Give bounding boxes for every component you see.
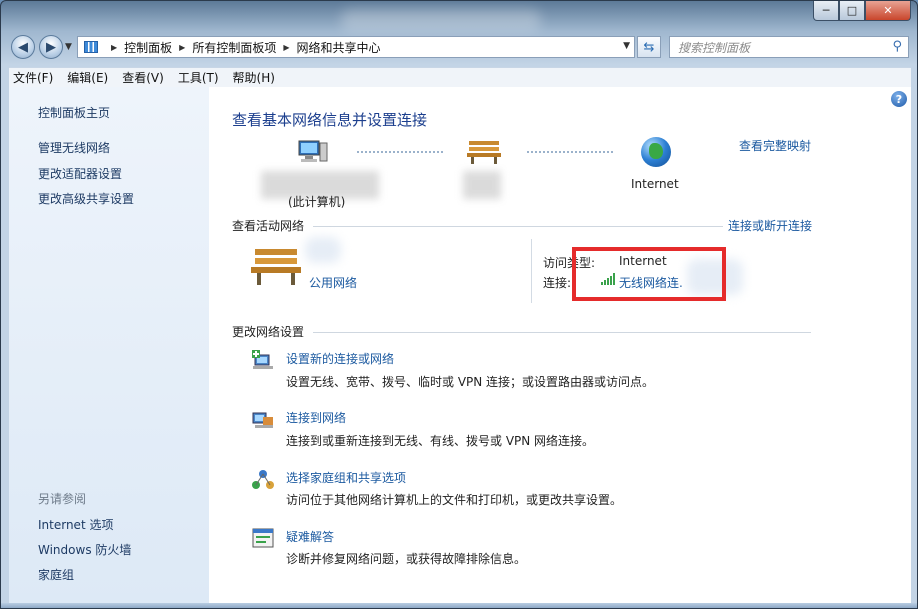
section-divider — [313, 226, 723, 227]
internet-globe-icon — [641, 137, 671, 167]
menu-help[interactable]: 帮助(H) — [233, 69, 275, 86]
network-name-blurred — [463, 171, 501, 199]
troubleshoot-desc: 诊断并修复网络问题，或获得故障排除信息。 — [286, 552, 527, 566]
navigation-bar: ◀ ▶ ▼ ▶ 控制面板 ▶ 所有控制面板项 ▶ 网络和共享中心 ▼ ⇆ 搜索控… — [1, 33, 917, 61]
address-dropdown-icon[interactable]: ▼ — [623, 41, 630, 51]
new-connection-icon — [252, 350, 273, 369]
menu-tools[interactable]: 工具(T) — [178, 69, 219, 86]
full-map-link[interactable]: 查看完整映射 — [739, 137, 811, 154]
search-icon[interactable]: ⚲ — [892, 39, 902, 54]
public-network-link[interactable]: 公用网络 — [309, 274, 357, 291]
search-input[interactable]: 搜索控制面板 ⚲ — [669, 36, 909, 58]
map-connector-line — [357, 151, 443, 153]
address-bar[interactable]: ▶ 控制面板 ▶ 所有控制面板项 ▶ 网络和共享中心 ▼ — [77, 36, 635, 58]
recent-pages-dropdown[interactable]: ▼ — [65, 42, 72, 52]
connect-network-desc: 连接到或重新连接到无线、有线、拨号或 VPN 网络连接。 — [286, 434, 595, 448]
minimize-button[interactable]: ─ — [813, 1, 839, 21]
breadcrumb-control-panel[interactable]: 控制面板 — [124, 39, 172, 56]
connect-disconnect-link[interactable]: 连接或断开连接 — [728, 217, 812, 234]
connect-network-icon — [252, 412, 273, 428]
sidebar: 控制面板主页 管理无线网络 更改适配器设置 更改高级共享设置 另请参阅 Inte… — [9, 87, 209, 603]
close-button[interactable]: ✕ — [865, 1, 911, 21]
troubleshoot-icon — [252, 528, 274, 548]
section-divider — [313, 332, 811, 333]
sidebar-item-internet-options[interactable]: Internet 选项 — [38, 516, 113, 533]
sidebar-home-link[interactable]: 控制面板主页 — [38, 104, 110, 121]
setup-connection-link[interactable]: 设置新的连接或网络 — [286, 350, 394, 367]
maximize-button[interactable]: □ — [839, 1, 865, 21]
network-name-blurred — [305, 237, 341, 263]
highlight-box — [572, 247, 726, 301]
help-icon[interactable]: ? — [891, 91, 907, 107]
internet-label: Internet — [631, 177, 679, 191]
troubleshoot-link[interactable]: 疑难解答 — [286, 528, 334, 545]
refresh-icon: ⇆ — [643, 39, 655, 55]
bench-icon — [467, 141, 501, 164]
menu-file[interactable]: 文件(F) — [13, 69, 53, 86]
caption-buttons: ─ □ ✕ — [813, 1, 911, 21]
refresh-button[interactable]: ⇆ — [637, 36, 661, 58]
see-also-heading: 另请参阅 — [38, 492, 87, 506]
homegroup-sharing-link[interactable]: 选择家庭组和共享选项 — [286, 469, 406, 486]
window-frame: ─ □ ✕ ◀ ▶ ▼ ▶ 控制面板 ▶ 所有控制面板项 ▶ 网络和共享中心 ▼… — [0, 0, 918, 609]
change-settings-heading: 更改网络设置 — [232, 325, 305, 339]
vertical-divider — [531, 239, 532, 303]
menu-bar: 文件(F) 编辑(E) 查看(V) 工具(T) 帮助(H) — [9, 67, 911, 87]
search-placeholder: 搜索控制面板 — [678, 40, 751, 55]
control-panel-icon — [84, 41, 98, 53]
back-button[interactable]: ◀ — [11, 35, 35, 59]
map-connector-line — [527, 151, 613, 153]
computer-label: (此计算机) — [288, 195, 346, 209]
breadcrumb-all-items[interactable]: 所有控制面板项 — [192, 39, 276, 56]
active-networks-heading: 查看活动网络 — [232, 219, 305, 233]
page-title: 查看基本网络信息并设置连接 — [232, 111, 428, 129]
breadcrumb-arrow-icon[interactable]: ▶ — [283, 43, 289, 52]
connection-label: 连接: — [543, 276, 572, 290]
computer-icon — [298, 140, 328, 162]
sidebar-item-manage-wireless[interactable]: 管理无线网络 — [38, 139, 110, 156]
homegroup-sharing-desc: 访问位于其他网络计算机上的文件和打印机，或更改共享设置。 — [286, 493, 623, 507]
homegroup-icon — [252, 470, 274, 489]
sidebar-item-adapter-settings[interactable]: 更改适配器设置 — [38, 165, 122, 182]
breadcrumb: ▶ 控制面板 ▶ 所有控制面板项 ▶ 网络和共享中心 — [104, 39, 381, 56]
window-title-blurred — [341, 9, 541, 31]
connect-network-link[interactable]: 连接到网络 — [286, 409, 346, 426]
sidebar-item-firewall[interactable]: Windows 防火墙 — [38, 541, 131, 558]
setup-connection-desc: 设置无线、宽带、拨号、临时或 VPN 连接；或设置路由器或访问点。 — [286, 375, 655, 389]
breadcrumb-arrow-icon[interactable]: ▶ — [111, 43, 117, 52]
breadcrumb-arrow-icon[interactable]: ▶ — [179, 43, 185, 52]
menu-edit[interactable]: 编辑(E) — [67, 69, 108, 86]
breadcrumb-network-center[interactable]: 网络和共享中心 — [297, 39, 381, 56]
main-content: ? 查看基本网络信息并设置连接 查看完整映射 (此计算机) Internet 查… — [209, 87, 911, 603]
window-bottom-border — [1, 603, 917, 608]
menu-view[interactable]: 查看(V) — [122, 69, 164, 86]
forward-button[interactable]: ▶ — [39, 35, 63, 59]
sidebar-item-homegroup[interactable]: 家庭组 — [38, 566, 74, 583]
sidebar-item-advanced-sharing[interactable]: 更改高级共享设置 — [38, 190, 134, 207]
arrow-left-icon: ◀ — [18, 39, 28, 55]
public-network-bench-icon — [251, 249, 301, 285]
arrow-right-icon: ▶ — [46, 39, 56, 55]
